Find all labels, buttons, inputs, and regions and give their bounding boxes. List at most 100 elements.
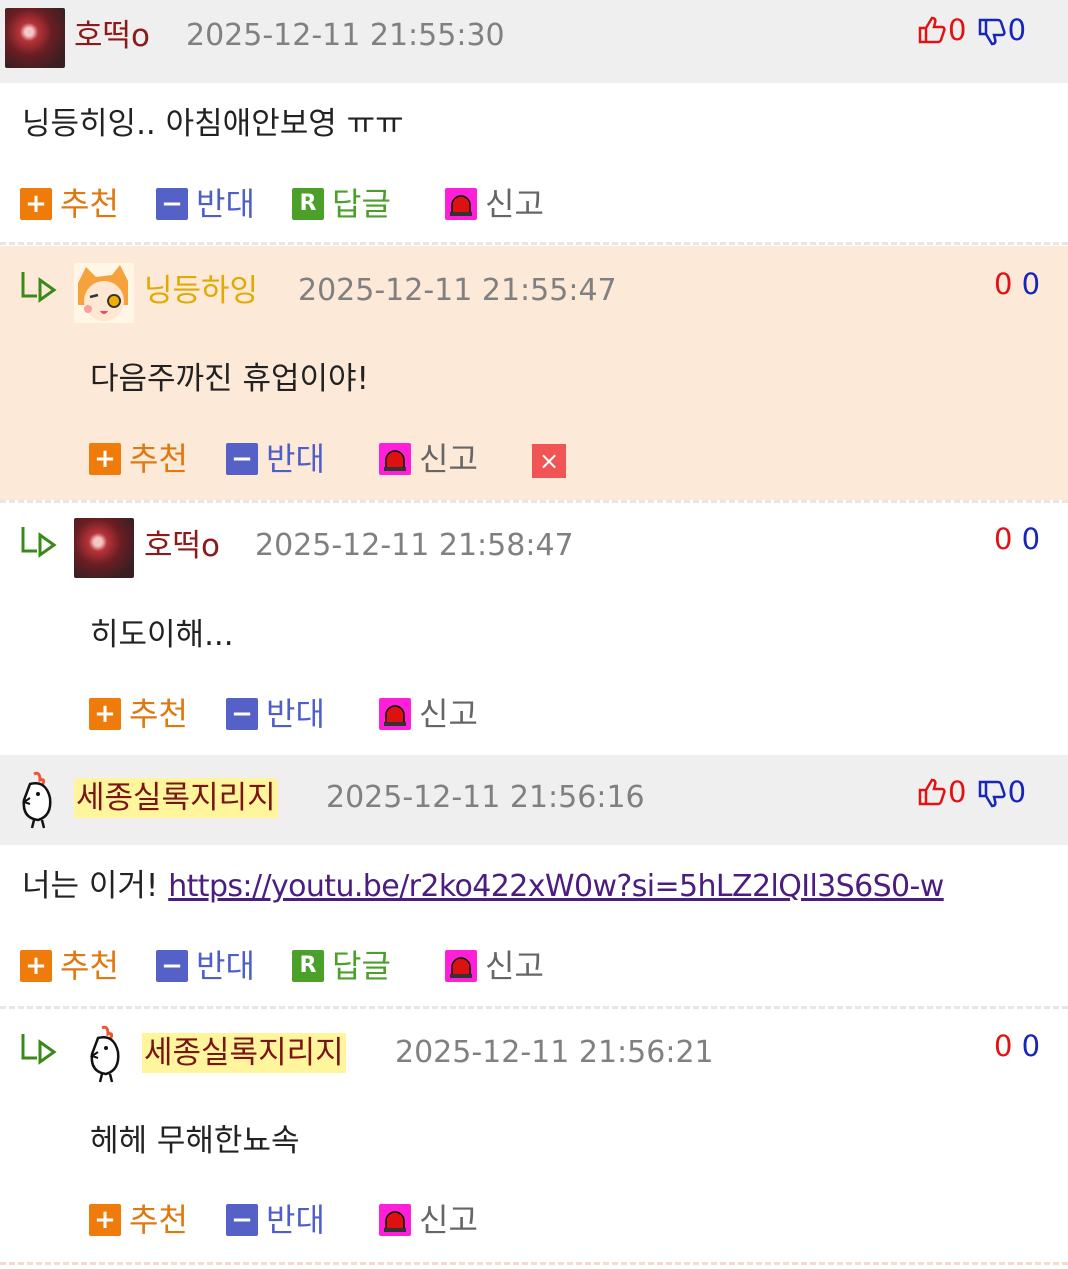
recommend-button[interactable]: + 추천 — [89, 694, 188, 734]
report-label: 신고 — [419, 695, 478, 733]
comment-author[interactable]: 호떡o — [144, 526, 220, 566]
recommend-label: 추천 — [60, 185, 119, 223]
vote-counts: 0 0 — [994, 266, 1040, 302]
comment-text: 닝등히잉.. 아침애안보영 ㅠㅠ — [22, 106, 404, 142]
upvote-count: 0 — [994, 522, 1013, 556]
report-button[interactable]: 신고 — [445, 946, 544, 986]
thumb-up-icon[interactable] — [916, 776, 948, 808]
plus-icon: + — [20, 188, 52, 220]
recommend-button[interactable]: + 추천 — [20, 184, 119, 224]
siren-icon — [379, 698, 411, 730]
avatar[interactable] — [76, 1024, 136, 1084]
downvote-count: 0 — [1007, 775, 1027, 809]
avatar[interactable] — [8, 770, 68, 830]
report-button[interactable]: 신고 — [445, 184, 544, 224]
thumb-down-icon[interactable] — [976, 16, 1008, 48]
recommend-button[interactable]: + 추천 — [20, 946, 119, 986]
comment-date: 2025-12-11 21:58:47 — [255, 528, 574, 563]
reply-arrow-icon — [21, 272, 57, 303]
recommend-button[interactable]: + 추천 — [89, 439, 188, 479]
upvote-count: 0 — [994, 267, 1013, 301]
oppose-button[interactable]: − 반대 — [156, 184, 255, 224]
upvote-count: 0 — [948, 13, 967, 47]
comment-text-prefix: 너는 이거! — [22, 868, 169, 904]
plus-icon: + — [89, 698, 121, 730]
minus-icon: − — [156, 950, 188, 982]
report-label: 신고 — [485, 947, 544, 985]
divider — [0, 1006, 1068, 1009]
comment-author[interactable]: 닝등하잉 — [144, 271, 258, 311]
comment-date: 2025-12-11 21:56:16 — [326, 780, 645, 815]
comment-date: 2025-12-11 21:55:30 — [186, 18, 505, 53]
comment-text: 헤헤 무해한뇨속 — [90, 1123, 300, 1159]
recommend-label: 추천 — [129, 1201, 188, 1239]
upvote-count: 0 — [948, 775, 967, 809]
siren-icon — [379, 443, 411, 475]
comment-date: 2025-12-11 21:55:47 — [298, 273, 617, 308]
divider — [0, 1262, 1068, 1265]
reply-arrow-icon — [21, 1034, 57, 1065]
comment-author[interactable]: 세종실록지리지 — [142, 1033, 346, 1073]
avatar[interactable] — [74, 518, 134, 578]
oppose-label: 반대 — [266, 440, 325, 478]
divider — [0, 242, 1068, 245]
vote-counts: 0 0 — [916, 12, 1026, 48]
comment-text: 다음주까진 휴업이야! — [90, 361, 369, 397]
close-icon[interactable]: × — [532, 444, 566, 478]
reply-label: 답글 — [332, 947, 391, 985]
reply-button[interactable]: R 답글 — [292, 946, 391, 986]
oppose-button[interactable]: − 반대 — [226, 439, 325, 479]
downvote-count: 0 — [1021, 522, 1041, 556]
reply-button[interactable]: R 답글 — [292, 184, 391, 224]
report-label: 신고 — [485, 185, 544, 223]
vote-counts: 0 0 — [994, 1028, 1040, 1064]
oppose-label: 반대 — [196, 947, 255, 985]
youtube-link[interactable]: https://youtu.be/r2ko422xW0w?si=5hLZ2lQI… — [168, 869, 944, 904]
avatar[interactable] — [74, 263, 134, 323]
report-button[interactable]: 신고 — [379, 694, 478, 734]
divider — [0, 500, 1068, 503]
siren-icon — [379, 1204, 411, 1236]
comment-text: 히도이해... — [90, 617, 234, 653]
report-button[interactable]: 신고 — [379, 439, 478, 479]
oppose-button[interactable]: − 반대 — [156, 946, 255, 986]
recommend-label: 추천 — [129, 440, 188, 478]
minus-icon: − — [226, 698, 258, 730]
siren-icon — [445, 950, 477, 982]
avatar[interactable] — [5, 8, 65, 68]
comment-text: 너는 이거! https://youtu.be/r2ko422xW0w?si=5… — [22, 864, 944, 909]
oppose-button[interactable]: − 반대 — [226, 694, 325, 734]
report-label: 신고 — [419, 1201, 478, 1239]
plus-icon: + — [89, 1204, 121, 1236]
comment-date: 2025-12-11 21:56:21 — [395, 1035, 714, 1070]
oppose-label: 반대 — [266, 1201, 325, 1239]
thumb-down-icon[interactable] — [976, 778, 1008, 810]
upvote-count: 0 — [994, 1029, 1013, 1063]
reply-icon: R — [292, 188, 324, 220]
minus-icon: − — [226, 1204, 258, 1236]
reply-label: 답글 — [332, 185, 391, 223]
recommend-label: 추천 — [129, 695, 188, 733]
comment-author[interactable]: 호떡o — [74, 16, 150, 56]
minus-icon: − — [226, 443, 258, 475]
reply-arrow-icon — [21, 527, 57, 558]
downvote-count: 0 — [1021, 1029, 1041, 1063]
thumb-up-icon[interactable] — [916, 14, 948, 46]
oppose-label: 반대 — [196, 185, 255, 223]
vote-counts: 0 0 — [916, 774, 1026, 810]
oppose-label: 반대 — [266, 695, 325, 733]
plus-icon: + — [20, 950, 52, 982]
recommend-label: 추천 — [60, 947, 119, 985]
comment-author[interactable]: 세종실록지리지 — [74, 778, 278, 818]
plus-icon: + — [89, 443, 121, 475]
downvote-count: 0 — [1021, 267, 1041, 301]
report-label: 신고 — [419, 440, 478, 478]
comment-header — [0, 0, 1068, 83]
reply-icon: R — [292, 950, 324, 982]
oppose-button[interactable]: − 반대 — [226, 1200, 325, 1240]
minus-icon: − — [156, 188, 188, 220]
report-button[interactable]: 신고 — [379, 1200, 478, 1240]
downvote-count: 0 — [1007, 13, 1027, 47]
siren-icon — [445, 188, 477, 220]
recommend-button[interactable]: + 추천 — [89, 1200, 188, 1240]
